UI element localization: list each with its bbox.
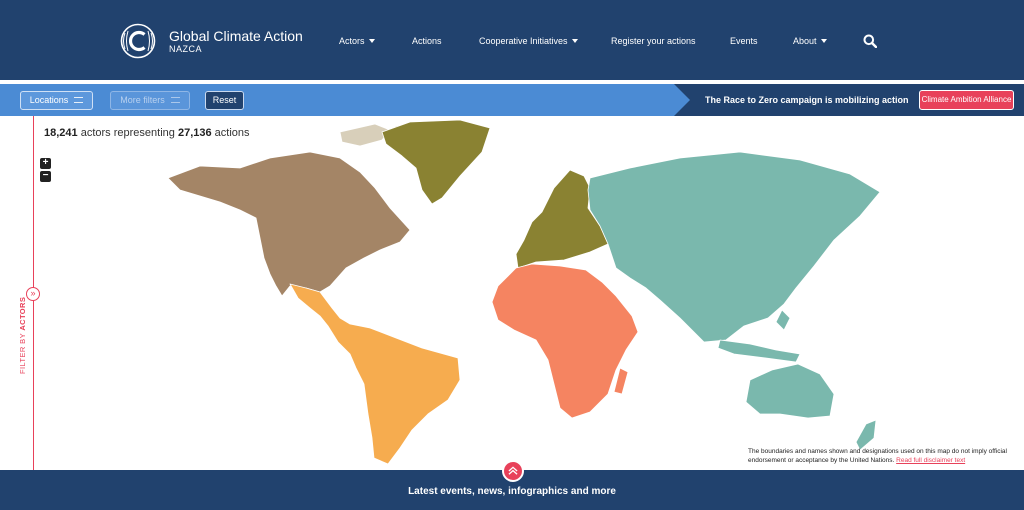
race-to-zero-text[interactable]: The Race to Zero campaign is mobilizing …: [705, 94, 909, 106]
region-madagascar[interactable]: [613, 367, 629, 395]
nav-actions[interactable]: Actions: [412, 35, 442, 47]
region-asia[interactable]: [587, 151, 881, 343]
filter-by-text: FILTER BY: [18, 330, 27, 374]
world-map[interactable]: [160, 118, 900, 470]
nav-register-actions[interactable]: Register your actions: [611, 35, 696, 47]
region-new-zealand[interactable]: [855, 419, 877, 451]
caret-down-icon: [571, 39, 578, 43]
sliders-icon: [74, 96, 84, 104]
nav-cooperative-label: Cooperative Initiatives: [479, 36, 568, 46]
locations-label: Locations: [29, 95, 69, 105]
nav-cooperative-initiatives[interactable]: Cooperative Initiatives: [479, 35, 578, 47]
region-north-america[interactable]: [167, 151, 411, 297]
actor-filter-sidebar: FILTER BY ACTORS »: [0, 116, 40, 470]
locations-button[interactable]: Locations: [20, 91, 93, 110]
region-latin-america[interactable]: [289, 283, 461, 465]
actors-text: ACTORS: [18, 296, 27, 331]
nav-actions-label: Actions: [412, 36, 442, 46]
filter-bar: Locations More filters Reset The Race to…: [0, 84, 1024, 116]
disclaimer-link[interactable]: Read full disclaimer text: [896, 457, 965, 464]
nav-actors-label: Actors: [339, 36, 365, 46]
news-bar-label: Latest events, news, infographics and mo…: [408, 486, 616, 497]
more-filters-button[interactable]: More filters: [110, 91, 190, 110]
double-chevron-right-icon[interactable]: »: [26, 287, 40, 301]
map-disclaimer: The boundaries and names shown and desig…: [748, 448, 1018, 465]
more-filters-label: More filters: [120, 95, 165, 105]
nav-actors[interactable]: Actors: [339, 35, 375, 47]
caret-down-icon: [368, 39, 375, 43]
nav-about[interactable]: About: [793, 35, 827, 47]
zoom-out-button[interactable]: −: [40, 171, 51, 182]
zoom-in-button[interactable]: +: [40, 158, 51, 169]
region-africa[interactable]: [491, 263, 639, 419]
sliders-icon: [170, 96, 180, 104]
region-greenland[interactable]: [381, 119, 491, 205]
top-navigation: Global Climate Action NAZCA Actors Actio…: [0, 0, 1024, 80]
reset-button[interactable]: Reset: [205, 91, 244, 110]
double-chevron-up-icon[interactable]: [502, 460, 524, 482]
disclaimer-text: The boundaries and names shown and desig…: [748, 448, 1007, 464]
climate-ambition-alliance-button[interactable]: Climate Ambition Alliance: [919, 90, 1014, 110]
nav-about-label: About: [793, 36, 817, 46]
nav-events-label: Events: [730, 36, 758, 46]
caret-down-icon: [820, 39, 827, 43]
nav-events[interactable]: Events: [730, 35, 758, 47]
region-australia[interactable]: [745, 363, 835, 419]
search-icon[interactable]: [863, 34, 877, 48]
filter-by-actors-label[interactable]: FILTER BY ACTORS: [18, 297, 27, 374]
nav-register-label: Register your actions: [611, 36, 696, 46]
actor-count: 18,241: [44, 127, 78, 139]
